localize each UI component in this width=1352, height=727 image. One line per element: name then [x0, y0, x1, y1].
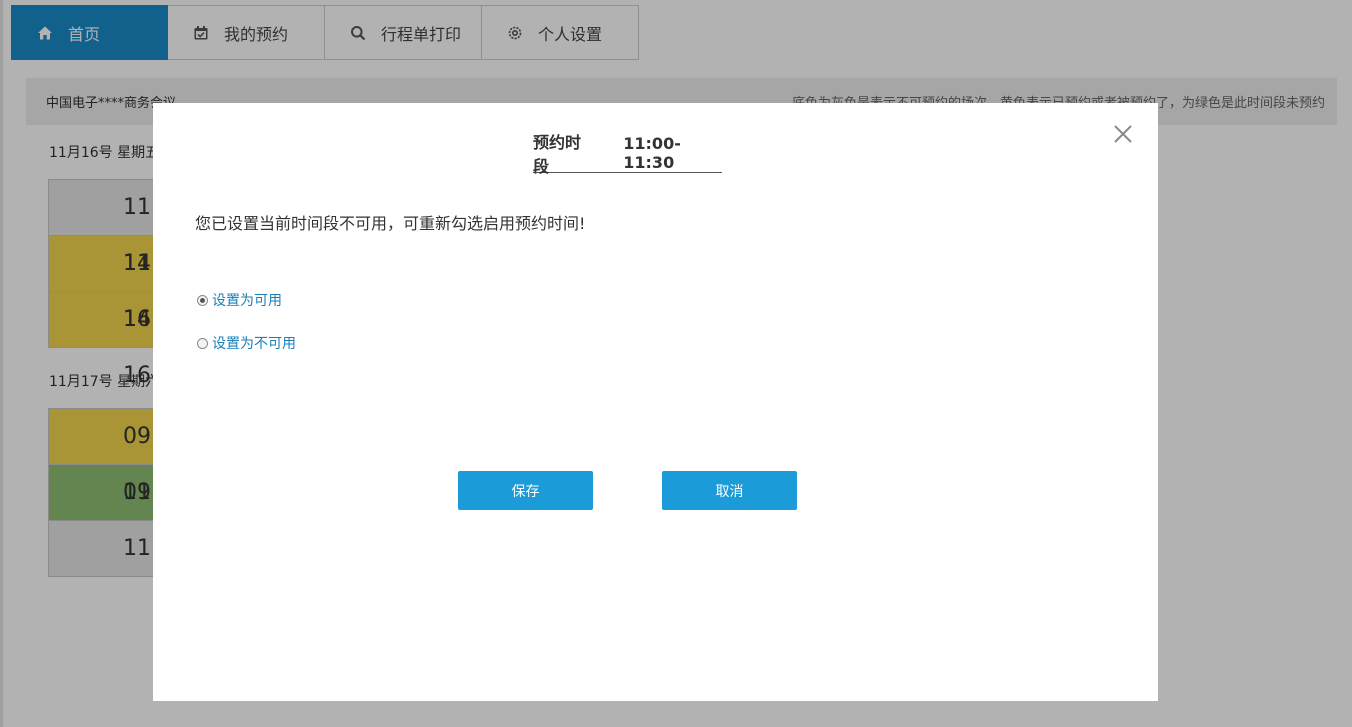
- slot-setting-dialog: 预约时段 11:00-11:30 您已设置当前时间段不可用，可重新勾选启用预约时…: [153, 103, 1158, 701]
- radio-available[interactable]: [197, 294, 208, 306]
- option-available[interactable]: 设置为可用: [197, 290, 282, 310]
- option-available-label[interactable]: 设置为可用: [212, 290, 282, 310]
- dialog-message: 您已设置当前时间段不可用，可重新勾选启用预约时间!: [195, 214, 586, 233]
- cancel-button[interactable]: 取消: [662, 471, 797, 510]
- save-button[interactable]: 保存: [458, 471, 593, 510]
- close-button[interactable]: [1110, 121, 1136, 147]
- dialog-header-label: 预约时段: [533, 132, 582, 176]
- dialog-header-time: 11:00-11:30: [623, 133, 681, 172]
- close-icon: [1113, 124, 1133, 144]
- option-unavailable-label[interactable]: 设置为不可用: [212, 333, 296, 353]
- dialog-header: 预约时段 11:00-11:30: [533, 133, 722, 176]
- option-unavailable[interactable]: 设置为不可用: [197, 333, 296, 353]
- radio-unavailable[interactable]: [197, 337, 208, 349]
